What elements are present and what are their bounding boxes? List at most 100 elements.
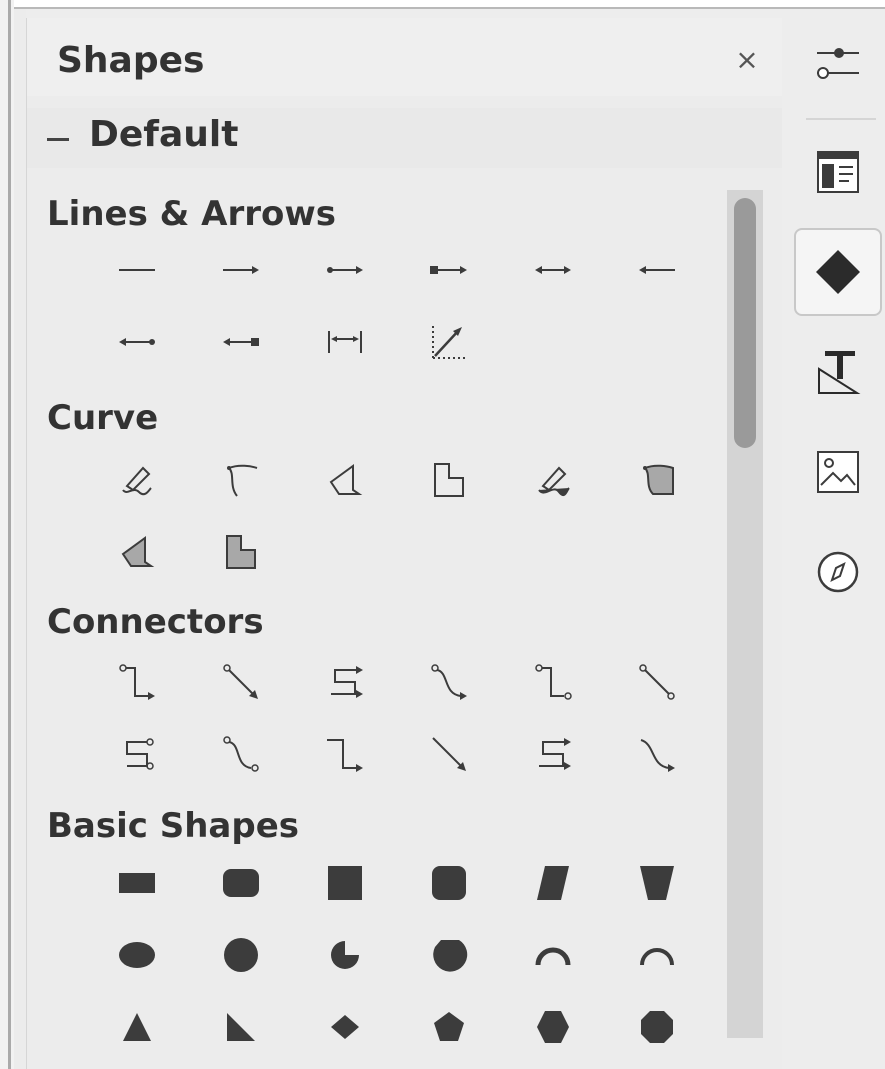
shape-line-arrows[interactable] — [523, 243, 583, 297]
shape-line-connector-ends[interactable] — [523, 727, 583, 781]
line-arrow-circle-icon — [119, 338, 155, 346]
shape-straight-connector-ends[interactable] — [419, 727, 479, 781]
curved-connector-circles-icon — [223, 736, 259, 772]
gallery-button[interactable] — [794, 428, 882, 516]
shape-connector-circles[interactable] — [523, 655, 583, 709]
connector-icon — [119, 664, 155, 700]
shape-straight-connector[interactable] — [211, 655, 271, 709]
shape-line-starts-arrow[interactable] — [627, 243, 687, 297]
panel-title: Shapes — [57, 40, 205, 81]
square-rounded-icon — [432, 866, 466, 900]
shape-block-arc[interactable] — [627, 928, 687, 982]
shapes-button[interactable] — [794, 228, 882, 316]
shape-arc[interactable] — [523, 928, 583, 982]
polygon-45-icon — [434, 463, 464, 497]
shape-line-arrow-square[interactable] — [211, 315, 271, 369]
pentagon-icon — [434, 1012, 464, 1041]
curve-filled-icon — [643, 464, 674, 495]
shape-circle-segment[interactable] — [419, 928, 479, 982]
shape-polygon[interactable] — [315, 453, 375, 507]
shape-straight-connector-circles[interactable] — [627, 655, 687, 709]
navigator-button[interactable] — [794, 528, 882, 616]
shape-pentagon[interactable] — [419, 1000, 479, 1054]
shape-line-45[interactable] — [419, 315, 479, 369]
shape-line-arrow-circle[interactable] — [107, 315, 167, 369]
shape-diamond[interactable] — [315, 1000, 375, 1054]
page-button[interactable] — [794, 128, 882, 216]
dimension-line-icon — [328, 331, 362, 353]
shape-polygon-45[interactable] — [419, 453, 479, 507]
page-icon — [817, 151, 859, 193]
shape-line-ends-arrow[interactable] — [211, 243, 271, 297]
shape-dimension-line[interactable] — [315, 315, 375, 369]
close-button[interactable]: × — [733, 46, 761, 74]
shape-hexagon[interactable] — [523, 1000, 583, 1054]
line-arrows-icon — [535, 266, 571, 274]
shape-curve[interactable] — [211, 453, 271, 507]
sidebar-separator — [806, 118, 876, 120]
shape-trapezoid[interactable] — [627, 856, 687, 910]
shape-octagon[interactable] — [627, 1000, 687, 1054]
shape-line-connector[interactable] — [315, 655, 375, 709]
parallelogram-icon — [537, 866, 569, 900]
isosceles-triangle-icon — [123, 1013, 151, 1041]
shape-parallelogram[interactable] — [523, 856, 583, 910]
shape-right-triangle[interactable] — [211, 1000, 271, 1054]
ellipse-icon — [119, 942, 155, 968]
collapse-icon[interactable] — [47, 138, 69, 141]
gallery-icon — [817, 451, 859, 493]
line-starts-arrow-icon — [639, 266, 675, 274]
deck-splitter[interactable] — [14, 9, 26, 1069]
shape-circle[interactable] — [211, 928, 271, 982]
connector-ends-icon — [327, 739, 363, 772]
shape-freeform-line[interactable] — [107, 453, 167, 507]
circle-icon — [224, 938, 258, 972]
shapes-icon — [816, 250, 860, 294]
line-icon — [119, 269, 155, 271]
styles-icon — [818, 351, 861, 394]
shape-polygon-45-filled[interactable] — [211, 525, 271, 579]
scrollbar-thumb[interactable] — [734, 198, 756, 448]
styles-button[interactable] — [794, 328, 882, 416]
properties-button[interactable] — [794, 18, 882, 106]
straight-connector-icon — [223, 664, 258, 699]
section-title-lines-arrows: Lines & Arrows — [47, 194, 336, 234]
polygon-45-filled-icon — [226, 535, 256, 569]
curved-connector-icon — [431, 664, 467, 700]
line-connector-icon — [331, 666, 363, 698]
shape-curve-filled[interactable] — [627, 453, 687, 507]
rectangle-rounded-icon — [223, 869, 259, 897]
category-label: Default — [89, 114, 239, 155]
shape-ellipse[interactable] — [107, 928, 167, 982]
curved-connector-ends-icon — [640, 739, 675, 772]
shape-polygon-filled[interactable] — [107, 525, 167, 579]
shape-curved-connector[interactable] — [419, 655, 479, 709]
shape-line-square-arrow[interactable] — [419, 243, 479, 297]
shape-line-connector-circles[interactable] — [107, 727, 167, 781]
section-title-curve: Curve — [47, 398, 159, 438]
shape-connector-ends[interactable] — [315, 727, 375, 781]
shape-curved-connector-circles[interactable] — [211, 727, 271, 781]
shape-line[interactable] — [107, 243, 167, 297]
shape-circle-pie[interactable] — [315, 928, 375, 982]
shape-connector[interactable] — [107, 655, 167, 709]
rectangle-icon — [119, 873, 155, 893]
shape-isosceles-triangle[interactable] — [107, 1000, 167, 1054]
shape-line-circle-arrow[interactable] — [315, 243, 375, 297]
straight-connector-ends-icon — [432, 737, 466, 771]
shape-rectangle-rounded[interactable] — [211, 856, 271, 910]
freeform-line-icon — [122, 466, 152, 496]
shape-curved-connector-ends[interactable] — [627, 727, 687, 781]
block-arc-icon — [640, 948, 674, 966]
octagon-icon — [641, 1011, 673, 1043]
shape-freeform-filled[interactable] — [523, 453, 583, 507]
line-connector-circles-icon — [126, 738, 154, 770]
hexagon-icon — [537, 1011, 569, 1043]
shape-rectangle[interactable] — [107, 856, 167, 910]
shape-square-rounded[interactable] — [419, 856, 479, 910]
line-arrow-square-icon — [223, 338, 259, 346]
navigator-icon — [817, 551, 859, 593]
shape-square[interactable] — [315, 856, 375, 910]
window-left-edge — [0, 0, 14, 1069]
straight-connector-circles-icon — [639, 664, 675, 700]
